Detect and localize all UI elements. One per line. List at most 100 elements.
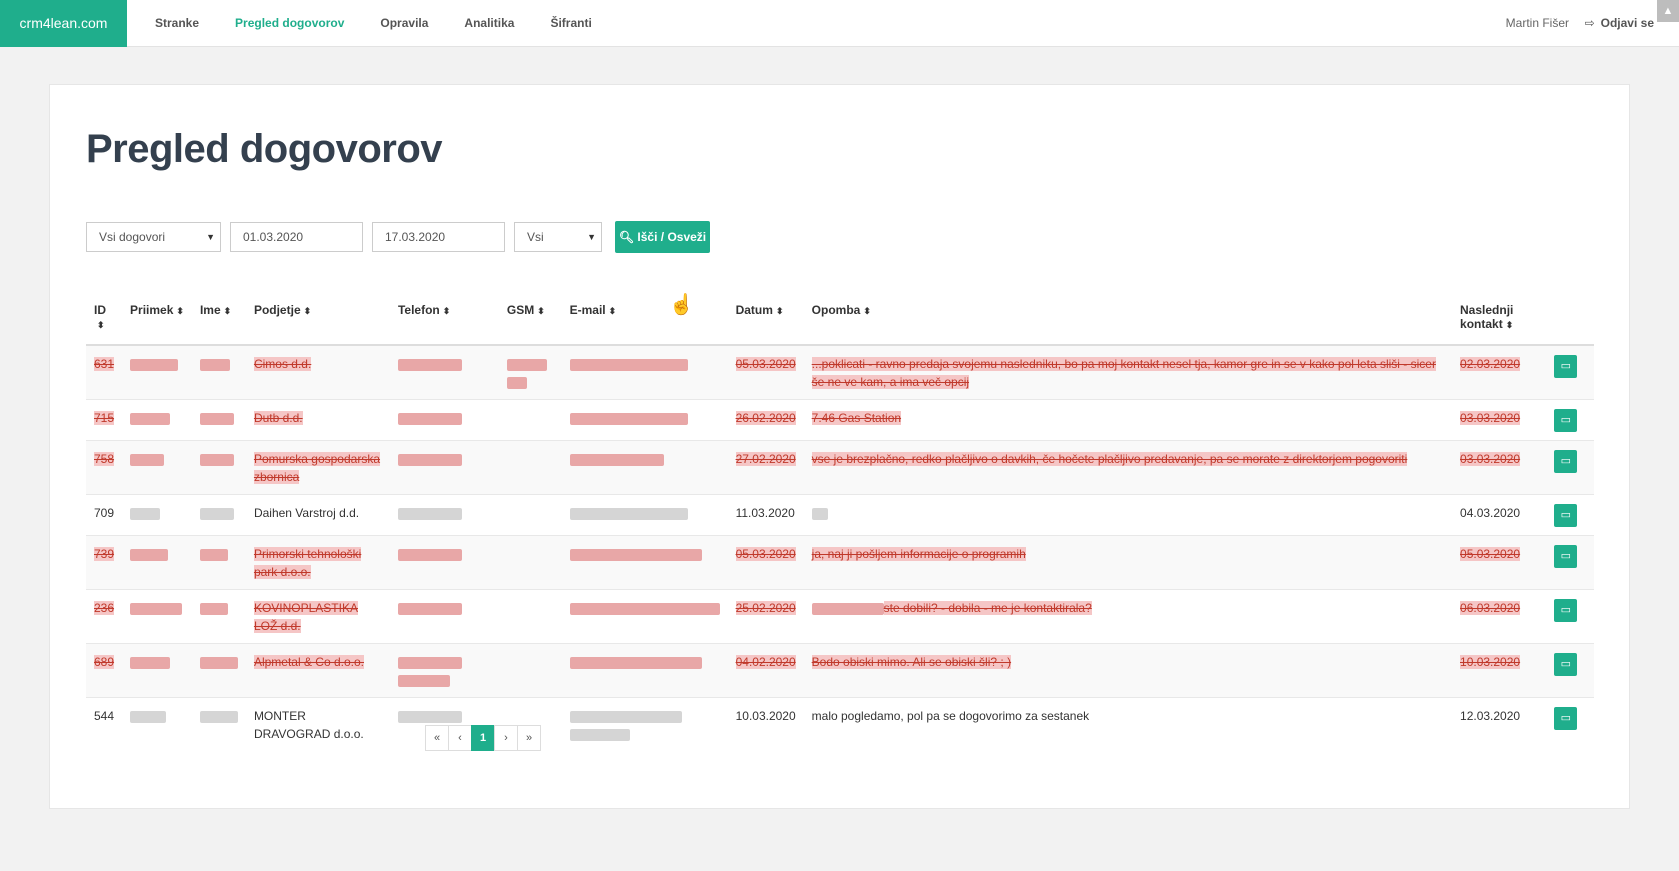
arrow-up-icon: ▲ (1662, 5, 1674, 17)
nav-opravila[interactable]: Opravila (362, 0, 446, 47)
redacted-text (199, 656, 238, 669)
open-folder-button[interactable]: ▭ (1554, 355, 1578, 378)
table-row[interactable]: 544 MONTER DRAVOGRAD d.o.o. 10.03.2020 m… (86, 697, 1594, 751)
brand-logo[interactable]: crm4lean.com (0, 0, 127, 47)
cell-actions: ▭ (1546, 344, 1594, 400)
nav-analitika[interactable]: Analitika (446, 0, 532, 47)
table-row[interactable]: 709 Daihen Varstroj d.d. 11.03.2020 04.0… (86, 494, 1594, 536)
col-gsm-label: GSM (506, 303, 535, 317)
col-email[interactable]: E-mail ⬍ (561, 295, 728, 346)
col-opomba[interactable]: Opomba ⬍ (803, 295, 1453, 346)
pager-page-1[interactable]: 1 (471, 725, 495, 751)
cell-id: 709 (86, 494, 123, 536)
cell-telefon (389, 440, 499, 495)
redacted-text (569, 412, 688, 425)
sort-icon: ⬍ (608, 306, 617, 316)
redacted-text (199, 507, 234, 520)
pager-next[interactable]: › (494, 725, 518, 751)
search-refresh-button[interactable]: 🔍︎ Išči / Osveži (615, 221, 710, 253)
sort-icon: ⬍ (176, 306, 184, 316)
table-row[interactable]: 739 Primorski tehnološki park d.o.o. 05.… (86, 535, 1594, 590)
redacted-text (199, 412, 234, 425)
cell-id-text: 715 (94, 411, 115, 425)
date-to-input[interactable]: 17.03.2020 (372, 222, 505, 252)
cell-priimek (122, 643, 192, 698)
open-folder-button[interactable]: ▭ (1554, 409, 1578, 432)
user-name: Martin Fišer (1505, 16, 1569, 30)
cell-priimek (122, 494, 192, 536)
pager-first[interactable]: « (425, 725, 449, 751)
cell-actions: ▭ (1546, 399, 1594, 441)
filter-bar: Vsi dogovori ▼ 01.03.2020 17.03.2020 Vsi ▼… (86, 221, 710, 253)
cell-podjetje: Dutb d.d. (245, 399, 390, 441)
cell-id: 236 (86, 589, 123, 644)
cell-datum: 04.02.2020 (727, 643, 804, 698)
open-folder-button[interactable]: ▭ (1554, 504, 1578, 527)
cell-opomba: malo pogledamo, pol pa se dogovorimo za … (803, 697, 1453, 751)
cell-priimek (122, 344, 192, 400)
open-folder-button[interactable]: ▭ (1554, 450, 1578, 473)
date-from-input[interactable]: 01.03.2020 (230, 222, 363, 252)
open-folder-button[interactable]: ▭ (1554, 545, 1578, 568)
logout-link[interactable]: ⇨ Odjavi se (1585, 0, 1654, 47)
col-opomba-label: Opomba (811, 303, 861, 317)
col-gsm[interactable]: GSM ⬍ (498, 295, 562, 346)
col-email-label: E-mail (569, 303, 606, 317)
cell-gsm (498, 494, 562, 536)
col-id[interactable]: ID ⬍ (86, 295, 123, 346)
cell-ime (191, 399, 246, 441)
sort-icon: ⬍ (1505, 320, 1514, 330)
redacted-text (569, 710, 682, 723)
table-row[interactable]: 689 Alpmetal & Co d.o.o. 04.02.2020 Bodo… (86, 643, 1594, 698)
nav-sifranti[interactable]: Šifranti (532, 0, 609, 47)
pager-prev[interactable]: ‹ (448, 725, 472, 751)
cell-priimek (122, 589, 192, 644)
cell-gsm (498, 589, 562, 644)
cell-ime (191, 589, 246, 644)
col-priimek-label: Priimek (130, 303, 174, 317)
redacted-text (130, 358, 179, 371)
sort-icon: ⬍ (863, 306, 871, 316)
nav-pregled-dogovorov[interactable]: Pregled dogovorov (217, 0, 362, 47)
cell-opomba (803, 494, 1453, 536)
cell-priimek (122, 535, 192, 590)
col-naslednji-kontakt[interactable]: Naslednji kontakt ⬍ (1452, 295, 1547, 346)
cell-id: 739 (86, 535, 123, 590)
cell-id: 689 (86, 643, 123, 698)
cell-ime (191, 440, 246, 495)
col-datum[interactable]: Datum ⬍ (727, 295, 804, 346)
open-folder-button[interactable]: ▭ (1554, 599, 1578, 622)
nav-stranke[interactable]: Stranke (137, 0, 217, 47)
table-row[interactable]: 715 Dutb d.d. 26.02.2020 7.46 Gas Statio… (86, 399, 1594, 441)
cell-telefon (389, 344, 499, 400)
col-ime[interactable]: Ime ⬍ (191, 295, 246, 346)
content-panel: Pregled dogovorov Vsi dogovori ▼ 01.03.20… (49, 84, 1630, 809)
col-telefon[interactable]: Telefon ⬍ (389, 295, 499, 346)
who-select[interactable]: Vsi ▼ (514, 222, 602, 252)
table-row[interactable]: 758 Pomurska gospodarska zbornica 27.02.… (86, 440, 1594, 495)
cell-telefon (389, 535, 499, 590)
type-select[interactable]: Vsi dogovori ▼ (86, 222, 221, 252)
redacted-text (397, 453, 462, 466)
caret-down-icon: ▼ (587, 232, 596, 242)
cell-datum: 26.02.2020 (727, 399, 804, 441)
col-priimek[interactable]: Priimek ⬍ (122, 295, 192, 346)
folder-open-icon: ▭ (1560, 455, 1571, 467)
pager-last[interactable]: » (517, 725, 541, 751)
logout-label: Odjavi se (1600, 16, 1654, 30)
folder-open-icon: ▭ (1560, 658, 1571, 670)
table-row[interactable]: 631 Cimos d.d. 05.03.2020 ...poklicati -… (86, 344, 1594, 400)
open-folder-button[interactable]: ▭ (1554, 707, 1578, 730)
redacted-text (397, 602, 462, 615)
table-row[interactable]: 236 KOVINOPLASTIKA LOŽ d.d. 25.02.2020 s… (86, 589, 1594, 644)
col-podjetje[interactable]: Podjetje ⬍ (245, 295, 390, 346)
cell-telefon (389, 589, 499, 644)
open-folder-button[interactable]: ▭ (1554, 653, 1578, 676)
redacted-text (199, 602, 228, 615)
cell-naslednji-kontakt: 02.03.2020 (1452, 344, 1547, 400)
cell-podjetje-text: Pomurska gospodarska zbornica (253, 452, 381, 484)
cell-datum-text: 05.03.2020 (735, 547, 796, 561)
redacted-text (811, 602, 884, 615)
redacted-text (130, 710, 167, 723)
scroll-top-button[interactable]: ▲ (1657, 0, 1679, 22)
